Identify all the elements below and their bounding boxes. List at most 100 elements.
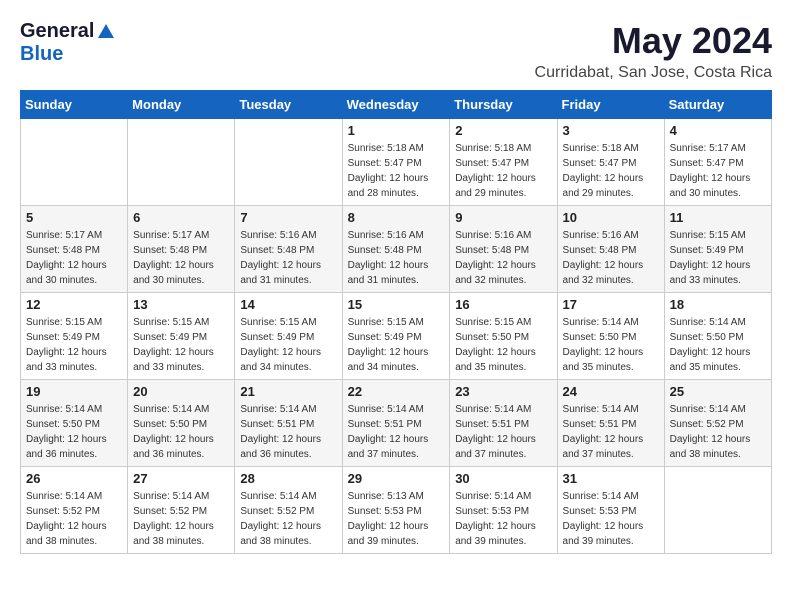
day-number: 5 [26,210,122,225]
day-info: Sunrise: 5:15 AM Sunset: 5:49 PM Dayligh… [670,228,766,288]
day-number: 26 [26,471,122,486]
day-number: 14 [240,297,336,312]
calendar-week-1: 1 Sunrise: 5:18 AM Sunset: 5:47 PM Daylig… [21,119,772,206]
day-number: 21 [240,384,336,399]
day-info: Sunrise: 5:14 AM Sunset: 5:53 PM Dayligh… [563,489,659,549]
calendar-cell: 16Sunrise: 5:15 AM Sunset: 5:50 PM Dayli… [450,293,557,380]
calendar-cell: 6 Sunrise: 5:17 AM Sunset: 5:48 PM Daylig… [128,206,235,293]
day-number: 4 [670,123,766,138]
calendar-cell: 10 Sunrise: 5:16 AM Sunset: 5:48 PM Dayli… [557,206,664,293]
day-number: 18 [670,297,766,312]
day-number: 10 [563,210,659,225]
calendar-cell: 29 Sunrise: 5:13 AM Sunset: 5:53 PM Dayli… [342,467,450,554]
calendar-cell: 11 Sunrise: 5:15 AM Sunset: 5:49 PM Dayli… [664,206,771,293]
calendar-week-4: 19 Sunrise: 5:14 AM Sunset: 5:50 PM Dayli… [21,380,772,467]
day-info: Sunrise: 5:15 AM Sunset: 5:49 PM Dayligh… [240,315,336,375]
calendar-table: SundayMondayTuesdayWednesdayThursdayFrid… [20,90,772,554]
day-number: 15 [348,297,445,312]
day-info: Sunrise: 5:14 AM Sunset: 5:50 PM Dayligh… [670,315,766,375]
day-number: 1 [348,123,445,138]
calendar-cell: 5 Sunrise: 5:17 AM Sunset: 5:48 PM Daylig… [21,206,128,293]
calendar-cell: 8Sunrise: 5:16 AM Sunset: 5:48 PM Daylig… [342,206,450,293]
day-number: 20 [133,384,229,399]
day-info: Sunrise: 5:14 AM Sunset: 5:50 PM Dayligh… [563,315,659,375]
day-number: 31 [563,471,659,486]
day-number: 13 [133,297,229,312]
logo-general: General [20,20,94,43]
day-number: 11 [670,210,766,225]
location-subtitle: Curridabat, San Jose, Costa Rica [535,64,772,82]
calendar-cell: 1 Sunrise: 5:18 AM Sunset: 5:47 PM Daylig… [342,119,450,206]
calendar-cell: 18 Sunrise: 5:14 AM Sunset: 5:50 PM Dayli… [664,293,771,380]
day-info: Sunrise: 5:13 AM Sunset: 5:53 PM Dayligh… [348,489,445,549]
day-number: 7 [240,210,336,225]
weekday-header-saturday: Saturday [664,91,771,119]
day-info: Sunrise: 5:14 AM Sunset: 5:50 PM Dayligh… [26,402,122,462]
day-number: 3 [563,123,659,138]
day-info: Sunrise: 5:14 AM Sunset: 5:52 PM Dayligh… [26,489,122,549]
calendar-cell: 12 Sunrise: 5:15 AM Sunset: 5:49 PM Dayli… [21,293,128,380]
calendar-cell: 27Sunrise: 5:14 AM Sunset: 5:52 PM Dayli… [128,467,235,554]
month-year-title: May 2024 [535,20,772,62]
day-info: Sunrise: 5:14 AM Sunset: 5:50 PM Dayligh… [133,402,229,462]
page-header: General Blue May 2024 Curridabat, San Jo… [20,20,772,82]
calendar-cell: 28Sunrise: 5:14 AM Sunset: 5:52 PM Dayli… [235,467,342,554]
day-number: 19 [26,384,122,399]
calendar-cell: 15 Sunrise: 5:15 AM Sunset: 5:49 PM Dayli… [342,293,450,380]
day-info: Sunrise: 5:17 AM Sunset: 5:48 PM Dayligh… [133,228,229,288]
calendar-cell: 3 Sunrise: 5:18 AM Sunset: 5:47 PM Daylig… [557,119,664,206]
calendar-cell: 26 Sunrise: 5:14 AM Sunset: 5:52 PM Dayli… [21,467,128,554]
calendar-cell [235,119,342,206]
day-info: Sunrise: 5:18 AM Sunset: 5:47 PM Dayligh… [563,141,659,201]
calendar-cell: 25 Sunrise: 5:14 AM Sunset: 5:52 PM Dayli… [664,380,771,467]
day-number: 12 [26,297,122,312]
calendar-cell: 4 Sunrise: 5:17 AM Sunset: 5:47 PM Daylig… [664,119,771,206]
weekday-header-wednesday: Wednesday [342,91,450,119]
day-info: Sunrise: 5:16 AM Sunset: 5:48 PM Dayligh… [240,228,336,288]
weekday-header-tuesday: Tuesday [235,91,342,119]
calendar-cell [21,119,128,206]
calendar-cell: 7 Sunrise: 5:16 AM Sunset: 5:48 PM Daylig… [235,206,342,293]
weekday-header-monday: Monday [128,91,235,119]
calendar-cell: 31 Sunrise: 5:14 AM Sunset: 5:53 PM Dayli… [557,467,664,554]
weekday-header-friday: Friday [557,91,664,119]
day-number: 28 [240,471,336,486]
calendar-cell: 2Sunrise: 5:18 AM Sunset: 5:47 PM Daylig… [450,119,557,206]
calendar-week-5: 26 Sunrise: 5:14 AM Sunset: 5:52 PM Dayli… [21,467,772,554]
day-number: 8 [348,210,445,225]
day-info: Sunrise: 5:14 AM Sunset: 5:52 PM Dayligh… [133,489,229,549]
calendar-cell: 21 Sunrise: 5:14 AM Sunset: 5:51 PM Dayli… [235,380,342,467]
day-number: 25 [670,384,766,399]
day-info: Sunrise: 5:18 AM Sunset: 5:47 PM Dayligh… [348,141,445,201]
weekday-header-thursday: Thursday [450,91,557,119]
calendar-cell: 13Sunrise: 5:15 AM Sunset: 5:49 PM Dayli… [128,293,235,380]
day-number: 17 [563,297,659,312]
day-number: 24 [563,384,659,399]
day-info: Sunrise: 5:17 AM Sunset: 5:48 PM Dayligh… [26,228,122,288]
day-number: 30 [455,471,551,486]
day-info: Sunrise: 5:15 AM Sunset: 5:49 PM Dayligh… [26,315,122,375]
day-info: Sunrise: 5:15 AM Sunset: 5:50 PM Dayligh… [455,315,551,375]
day-info: Sunrise: 5:16 AM Sunset: 5:48 PM Dayligh… [563,228,659,288]
day-info: Sunrise: 5:14 AM Sunset: 5:51 PM Dayligh… [348,402,445,462]
day-number: 6 [133,210,229,225]
day-number: 23 [455,384,551,399]
calendar-cell: 19 Sunrise: 5:14 AM Sunset: 5:50 PM Dayli… [21,380,128,467]
calendar-cell: 17 Sunrise: 5:14 AM Sunset: 5:50 PM Dayli… [557,293,664,380]
title-section: May 2024 Curridabat, San Jose, Costa Ric… [535,20,772,82]
day-info: Sunrise: 5:14 AM Sunset: 5:52 PM Dayligh… [670,402,766,462]
calendar-header-row: SundayMondayTuesdayWednesdayThursdayFrid… [21,91,772,119]
calendar-cell: 9Sunrise: 5:16 AM Sunset: 5:48 PM Daylig… [450,206,557,293]
calendar-cell: 24Sunrise: 5:14 AM Sunset: 5:51 PM Dayli… [557,380,664,467]
day-number: 2 [455,123,551,138]
calendar-cell [128,119,235,206]
logo-icon [96,22,116,42]
day-info: Sunrise: 5:17 AM Sunset: 5:47 PM Dayligh… [670,141,766,201]
day-info: Sunrise: 5:14 AM Sunset: 5:51 PM Dayligh… [455,402,551,462]
day-info: Sunrise: 5:14 AM Sunset: 5:51 PM Dayligh… [240,402,336,462]
day-info: Sunrise: 5:15 AM Sunset: 5:49 PM Dayligh… [348,315,445,375]
day-number: 29 [348,471,445,486]
day-info: Sunrise: 5:16 AM Sunset: 5:48 PM Dayligh… [455,228,551,288]
day-number: 22 [348,384,445,399]
logo: General Blue [20,20,116,66]
